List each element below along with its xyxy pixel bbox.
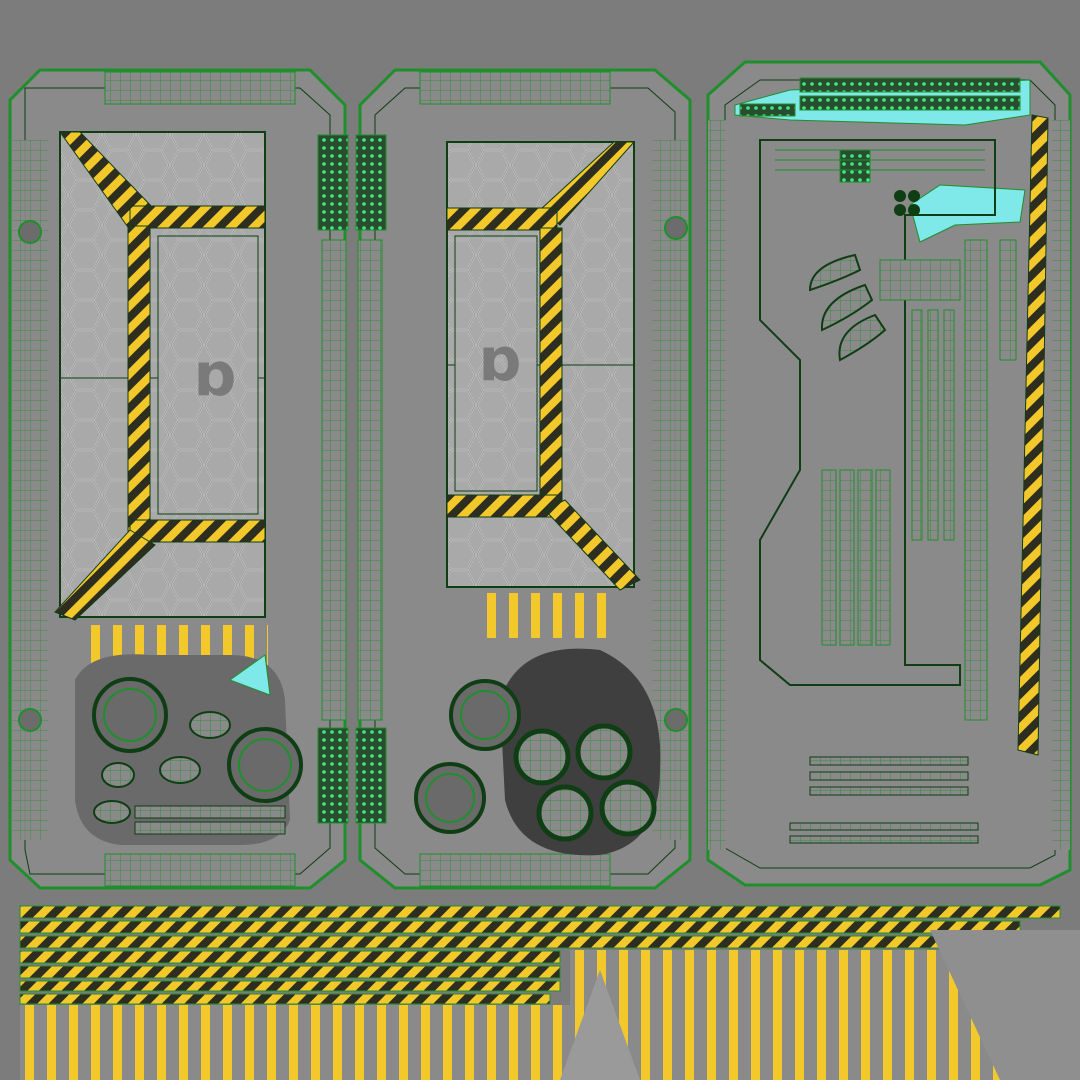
left-hazard-band-top (129, 205, 266, 229)
middle-bottom-rail (419, 853, 611, 887)
middle-dark-port-3 (536, 784, 594, 842)
left-mesh-vent-bottom (317, 727, 349, 824)
left-hazard-band-bottom (129, 519, 266, 543)
hazard-strip-row-7 (19, 993, 551, 1005)
left-case-half: ɒ (8, 68, 349, 890)
bottom-hazard-strips (19, 905, 1080, 1080)
frame-led-comb-row-2 (799, 95, 1021, 111)
middle-dark-port-2 (575, 723, 633, 781)
middle-mesh-vent-top (355, 134, 387, 231)
middle-mesh-vent-bottom (355, 727, 387, 824)
left-bottom-rail (104, 853, 296, 887)
hazard-strip-row-2 (19, 920, 1021, 934)
middle-watermark-glyph: ɒ (479, 325, 522, 395)
middle-hazard-band-bottom (446, 494, 558, 518)
frame-green-chip (839, 149, 871, 183)
middle-dark-port-1 (513, 728, 571, 786)
middle-grip-hole-bottom (664, 708, 688, 732)
middle-top-rail (419, 71, 611, 105)
left-hazard-band-left (127, 225, 151, 532)
left-mesh-vent-top (317, 134, 349, 231)
middle-dark-port-4 (599, 779, 657, 837)
frame-led-comb-row-1 (799, 77, 1021, 93)
hazard-strip-row-3 (19, 935, 981, 949)
left-top-rail (104, 71, 296, 105)
middle-hazard-band-top (446, 207, 558, 231)
hazard-strip-row-6 (19, 980, 561, 992)
hazard-strip-row-1 (19, 905, 1061, 919)
middle-grip-hole-top (664, 216, 688, 240)
left-grip-hole-bottom (18, 708, 42, 732)
hazard-strip-row-5 (19, 965, 561, 979)
middle-hazard-band-right (539, 227, 563, 509)
middle-case-half: ɒ (355, 68, 692, 890)
uv-texture-sheet: ɒ ɒ (8, 60, 1080, 1080)
frame-strips-shell (706, 60, 1072, 887)
frame-led-comb-row-3 (739, 103, 796, 117)
left-watermark-glyph: ɒ (194, 340, 237, 410)
left-side-rail (12, 140, 48, 840)
left-grip-hole-top (18, 220, 42, 244)
hazard-strip-row-4 (19, 950, 561, 964)
